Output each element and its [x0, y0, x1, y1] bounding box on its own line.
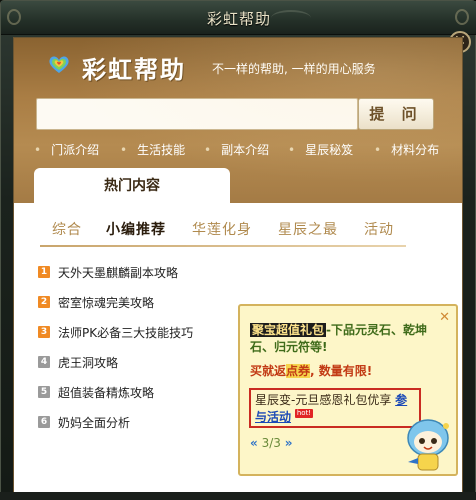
header-banner: 彩虹帮助 不一样的帮助, 一样的用心服务 提 问 • 门派介绍 • 生活技能 • 副本…	[14, 38, 462, 204]
promo-event-box: 星辰变-元旦感恩礼包优享 参与活动 hot!	[249, 388, 421, 428]
rainbow-heart-icon	[49, 56, 69, 73]
promo-title[interactable]: 聚宝超值礼包 -下品元灵石、乾坤石、归元符等!	[250, 322, 436, 356]
promo-subline-highlight: 点券	[286, 364, 311, 378]
pager-next-button[interactable]: »	[285, 436, 293, 450]
list-item-label: 奶妈全面分析	[58, 416, 131, 430]
promo-title-highlight: 聚宝超值礼包	[250, 323, 327, 337]
subtab-editor-picks[interactable]: 小编推荐	[106, 219, 166, 247]
rank-badge: 5	[38, 386, 50, 398]
subtab-general[interactable]: 综合	[52, 219, 82, 247]
quick-link-label: 材料分布	[391, 143, 440, 157]
quick-link-life-skills[interactable]: • 生活技能	[120, 141, 185, 158]
slogan: 不一样的帮助, 一样的用心服务	[212, 62, 376, 76]
bullet-icon: •	[374, 143, 382, 157]
list-item[interactable]: 5 超值装备精炼攻略	[38, 384, 258, 402]
quick-link-label: 副本介绍	[221, 143, 270, 157]
quick-links: • 门派介绍 • 生活技能 • 副本介绍 • 星辰秘笈 • 材料分布	[34, 141, 462, 158]
list-item[interactable]: 4 虎王洞攻略	[38, 354, 258, 372]
tab-hot-content[interactable]: 热门内容	[34, 168, 230, 204]
subtab-divider	[40, 245, 406, 247]
rank-badge: 3	[38, 326, 50, 338]
quick-link-dungeon[interactable]: • 副本介绍	[204, 141, 269, 158]
rank-badge: 6	[38, 416, 50, 428]
list-item[interactable]: 6 奶妈全面分析	[38, 414, 258, 432]
window-titlebar[interactable]: 彩虹帮助	[1, 1, 476, 35]
bullet-icon: •	[204, 143, 212, 157]
promo-subline-a: 买就返	[250, 364, 287, 378]
list-item-label: 超值装备精炼攻略	[58, 386, 155, 400]
list-item-label: 虎王洞攻略	[58, 356, 119, 370]
window-bottom-edge	[0, 492, 476, 500]
bullet-icon: •	[288, 143, 296, 157]
subtab-stars-best[interactable]: 星辰之最	[278, 219, 338, 247]
list-item-label: 密室惊魂完美攻略	[58, 296, 155, 310]
subtab-bar: 综合 小编推荐 华莲化身 星辰之最 活动	[40, 219, 450, 247]
pager-prev-button[interactable]: «	[250, 436, 258, 450]
bullet-icon: •	[34, 143, 42, 157]
promo-event-text: 星辰变-元旦感恩礼包优享	[255, 393, 392, 407]
window-title: 彩虹帮助	[206, 10, 271, 28]
promo-subline-b: , 数量有限!	[310, 364, 373, 378]
hot-badge: hot!	[294, 409, 314, 418]
quick-link-label: 生活技能	[137, 143, 186, 157]
quick-link-label: 星辰秘笈	[305, 143, 354, 157]
search-input[interactable]	[36, 98, 358, 130]
promo-subline: 买就返点券, 数量有限!	[250, 362, 372, 379]
pager-text: 3/3	[261, 436, 281, 450]
quick-link-secrets[interactable]: • 星辰秘笈	[288, 141, 353, 158]
rank-badge: 1	[38, 266, 50, 278]
list-item[interactable]: 1 天外天墨麒麟副本攻略	[38, 264, 258, 282]
list-item-label: 天外天墨麒麟副本攻略	[58, 266, 179, 280]
ask-button[interactable]: 提 问	[358, 98, 434, 130]
popup-close-button[interactable]: ✕	[439, 310, 450, 325]
subtab-events[interactable]: 活动	[364, 219, 394, 247]
subtab-avatar[interactable]: 华莲化身	[192, 219, 252, 247]
bullet-icon: •	[120, 143, 128, 157]
game-window: 彩虹帮助 ✕ 彩虹帮助 不一样的帮助, 一样的用心服务 提 问 • 门派介绍 • 生…	[0, 0, 476, 500]
mascot-icon	[407, 419, 449, 471]
rank-badge: 4	[38, 356, 50, 368]
list-item-label: 法师PK必备三大技能技巧	[58, 326, 194, 340]
rank-badge: 2	[38, 296, 50, 308]
promo-popup: ✕ 聚宝超值礼包 -下品元灵石、乾坤石、归元符等! 买就返点券, 数量有限! 星辰…	[238, 304, 458, 476]
quick-link-sect[interactable]: • 门派介绍	[34, 141, 99, 158]
logo-text: 彩虹帮助	[82, 56, 186, 84]
popup-pager: « 3/3 »	[250, 436, 293, 450]
quick-link-materials[interactable]: • 材料分布	[374, 141, 439, 158]
list-item[interactable]: 3 法师PK必备三大技能技巧	[38, 324, 258, 342]
quick-link-label: 门派介绍	[51, 143, 100, 157]
list-item[interactable]: 2 密室惊魂完美攻略	[38, 294, 258, 312]
help-panel: 彩虹帮助 不一样的帮助, 一样的用心服务 提 问 • 门派介绍 • 生活技能 • 副本…	[13, 37, 463, 493]
